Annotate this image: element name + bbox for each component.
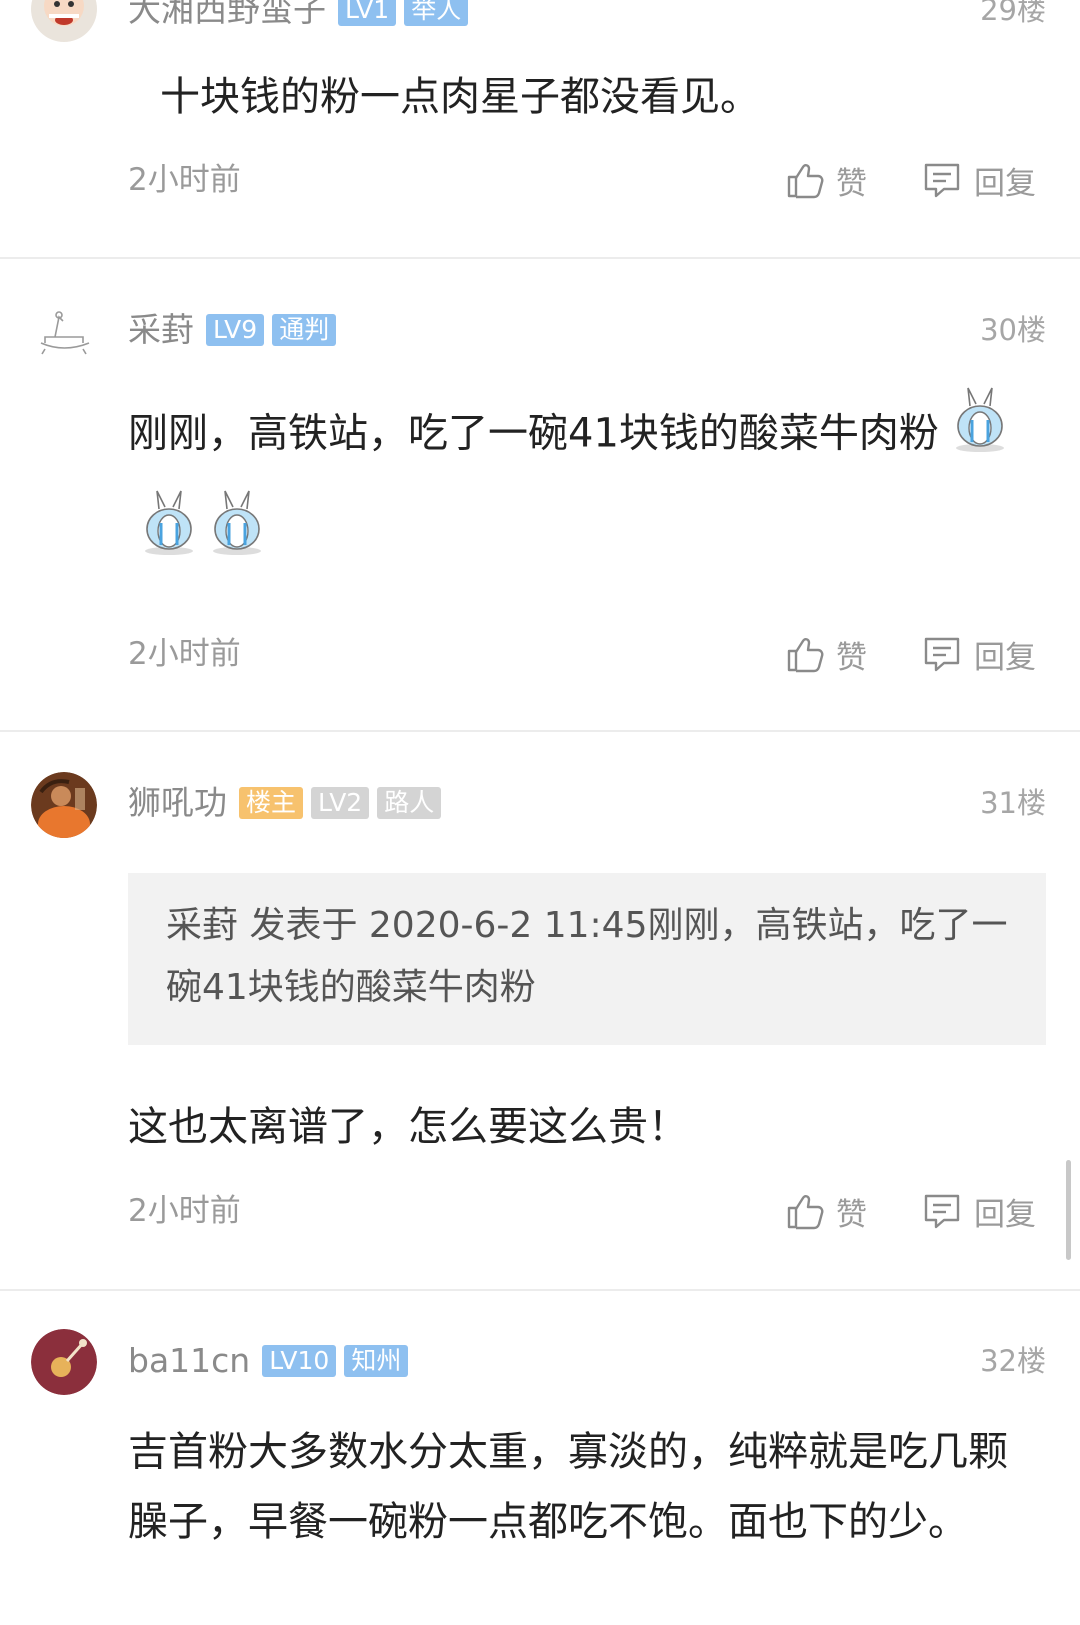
- post-content: 这也太离谱了，怎么要这么贵！: [128, 1104, 688, 1150]
- thumbs-up-icon: [787, 1195, 824, 1230]
- post-content: 刚刚，高铁站，吃了一碗41块钱的酸菜牛肉粉: [128, 384, 1008, 590]
- reply-button[interactable]: 回复: [922, 1189, 1036, 1233]
- username[interactable]: 采葑: [128, 310, 194, 350]
- level-badge: LV1: [338, 0, 397, 26]
- comment-icon: [924, 163, 960, 198]
- post-header: 采葑 LV9 通判: [128, 310, 344, 350]
- level-badge: LV2: [311, 787, 370, 819]
- username[interactable]: ba11cn: [128, 1341, 250, 1381]
- username[interactable]: 大湘西野蛮子: [128, 0, 326, 30]
- floor-number: 29楼: [980, 0, 1046, 27]
- post-header: 大湘西野蛮子 LV1 举人: [128, 0, 476, 30]
- floor-number: 31楼: [980, 786, 1046, 820]
- comment-icon: [924, 637, 960, 672]
- floor-number: 32楼: [980, 1344, 1046, 1378]
- avatar[interactable]: [31, 1329, 97, 1395]
- reply-button[interactable]: 回复: [922, 158, 1036, 202]
- crying-bunny-emoji: [210, 487, 264, 590]
- op-badge: 楼主: [239, 787, 304, 819]
- divider: [0, 257, 1080, 259]
- like-button[interactable]: 赞: [786, 158, 867, 202]
- title-badge: 举人: [404, 0, 469, 26]
- divider: [0, 730, 1080, 732]
- post-header: ba11cn LV10 知州: [128, 1341, 416, 1381]
- floor-number: 30楼: [980, 313, 1046, 347]
- post-content: 吉首粉大多数水分太重，寡淡的，纯粹就是吃几颗臊子，早餐一碗粉一点都吃不饱。面也下…: [128, 1429, 1008, 1545]
- quoted-reply[interactable]: 采葑 发表于 2020-6-2 11:45刚刚，高铁站，吃了一碗41块钱的酸菜牛…: [128, 873, 1046, 1045]
- post-time: 2小时前: [128, 636, 241, 672]
- like-button[interactable]: 赞: [786, 1189, 867, 1233]
- title-badge: 通判: [272, 314, 337, 346]
- title-badge: 知州: [344, 1345, 409, 1377]
- post-header: 狮吼功 楼主 LV2 路人: [128, 783, 449, 823]
- avatar[interactable]: [31, 0, 97, 42]
- crying-bunny-emoji: [953, 384, 1007, 487]
- comment-icon: [924, 1194, 960, 1229]
- level-badge: LV9: [206, 314, 265, 346]
- like-label: 赞: [836, 165, 867, 202]
- reply-label: 回复: [974, 639, 1036, 676]
- like-label: 赞: [836, 1196, 867, 1233]
- post-time: 2小时前: [128, 1193, 241, 1229]
- avatar[interactable]: [31, 303, 97, 369]
- thumbs-up-icon: [787, 638, 824, 673]
- level-badge: LV10: [262, 1345, 337, 1377]
- scrollbar[interactable]: [1066, 1160, 1071, 1260]
- post-content: 十块钱的粉一点肉星子都没看见。: [160, 74, 760, 120]
- reply-button[interactable]: 回复: [922, 632, 1036, 676]
- reply-label: 回复: [974, 165, 1036, 202]
- divider: [0, 1289, 1080, 1291]
- avatar[interactable]: [31, 772, 97, 838]
- like-button[interactable]: 赞: [786, 632, 867, 676]
- like-label: 赞: [836, 639, 867, 676]
- reply-label: 回复: [974, 1196, 1036, 1233]
- post-content-text: 刚刚，高铁站，吃了一碗41块钱的酸菜牛肉粉: [128, 410, 939, 457]
- thumbs-up-icon: [787, 164, 824, 199]
- post-time: 2小时前: [128, 162, 241, 198]
- crying-bunny-emoji: [142, 487, 196, 590]
- title-badge: 路人: [377, 787, 442, 819]
- username[interactable]: 狮吼功: [128, 783, 227, 823]
